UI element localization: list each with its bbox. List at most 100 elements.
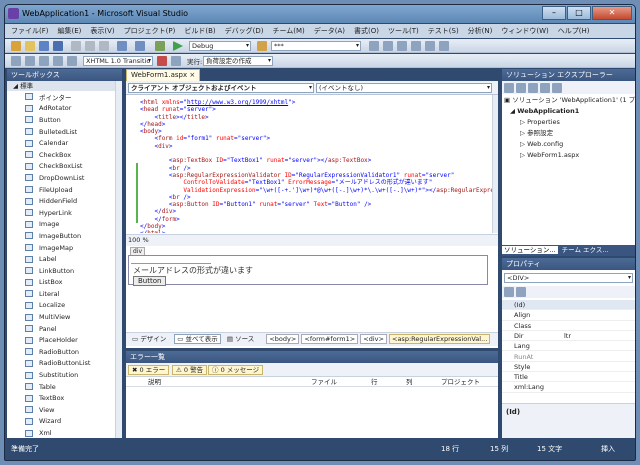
tab-webform1[interactable]: WebForm1.aspx × [126, 69, 201, 81]
tab-team-explorer[interactable]: チーム エクス... [560, 246, 611, 254]
toolbox-item[interactable]: TextBox [7, 392, 122, 404]
cut-icon[interactable] [71, 41, 81, 51]
crumb-div[interactable]: <div> [360, 334, 387, 344]
new-project-icon[interactable] [11, 41, 21, 51]
toolbox-item[interactable]: Localize [7, 300, 122, 312]
menu-window[interactable]: ウィンドウ(W) [501, 26, 548, 36]
properties-icon[interactable] [504, 83, 514, 93]
toolbox-item[interactable]: Panel [7, 323, 122, 335]
tree-item-webform1[interactable]: ▷ WebForm1.aspx [502, 150, 635, 161]
menu-data[interactable]: データ(A) [314, 26, 345, 36]
toolbox-item[interactable]: ImageButton [7, 230, 122, 242]
col-column[interactable]: 列 [406, 377, 413, 387]
find-icon[interactable] [257, 41, 267, 51]
toolbox-item[interactable]: MultiView [7, 311, 122, 323]
toolbox-item[interactable]: Table [7, 381, 122, 393]
tab-solution-explorer[interactable]: ソリューション... [502, 246, 558, 254]
start-page-icon[interactable] [439, 41, 449, 51]
design-div[interactable]: メールアドレスの形式が違います Button [128, 255, 488, 286]
menu-project[interactable]: プロジェクト(P) [124, 26, 176, 36]
toolbox-item[interactable]: ポインター [7, 91, 122, 103]
tree-item-solution[interactable]: ▣ ソリューション 'WebApplication1' (1 プ [502, 95, 635, 106]
find-combo[interactable]: *** [271, 41, 361, 51]
toolbox-item[interactable]: RadioButtonList [7, 358, 122, 370]
save-all-icon[interactable] [53, 41, 63, 51]
start-debug-icon[interactable] [173, 41, 183, 51]
client-objects-select[interactable]: クライアント オブジェクトおよびイベント [128, 83, 314, 93]
toolbox-item[interactable]: BulletedList [7, 126, 122, 138]
toolbox-item[interactable]: Label [7, 253, 122, 265]
toolbox-item[interactable]: Image [7, 219, 122, 231]
refresh-icon[interactable] [528, 83, 538, 93]
toolbox-item[interactable]: PlaceHolder [7, 334, 122, 346]
col-line[interactable]: 行 [371, 377, 378, 387]
menu-format[interactable]: 書式(O) [354, 26, 379, 36]
messages-filter[interactable]: ⓘ 0 メッセージ [208, 365, 264, 375]
format-icon[interactable] [11, 56, 21, 66]
toolbox-icon[interactable] [425, 41, 435, 51]
tree-item-project[interactable]: ◢ WebApplication1 [502, 106, 635, 117]
property-row[interactable]: Lang [502, 341, 635, 352]
menu-tools[interactable]: ツール(T) [388, 26, 419, 36]
toolbox-item[interactable]: AdRotator [7, 103, 122, 115]
tab-design[interactable]: ▭ デザイン [132, 335, 166, 343]
warnings-filter[interactable]: ⚠ 0 警告 [172, 365, 208, 375]
toolbox-item[interactable]: Calendar [7, 137, 122, 149]
col-project[interactable]: プロジェクト [441, 377, 480, 387]
col-description[interactable]: 説明 [148, 377, 161, 387]
toolbox-item[interactable]: Substitution [7, 369, 122, 381]
save-icon[interactable] [39, 41, 49, 51]
crumb-form[interactable]: <form#form1> [301, 334, 359, 344]
property-row[interactable]: (Id) [502, 300, 635, 311]
object-browser-icon[interactable] [411, 41, 421, 51]
toolbox-item[interactable]: Wizard [7, 416, 122, 428]
property-row[interactable]: xml:Lang [502, 382, 635, 393]
tab-source[interactable]: ▤ ソース [227, 335, 254, 343]
design-validator-text[interactable]: メールアドレスの形式が違います [133, 265, 253, 276]
doctype-select[interactable]: XHTML 1.0 Transitio [83, 56, 153, 66]
toolbox-item[interactable]: Literal [7, 288, 122, 300]
design-button[interactable]: Button [133, 276, 167, 286]
menu-team[interactable]: チーム(M) [272, 26, 304, 36]
solution-explorer-icon[interactable] [383, 41, 393, 51]
col-file[interactable]: ファイル [311, 377, 337, 387]
toolbox-item[interactable]: RadioButton [7, 346, 122, 358]
redo-icon[interactable] [135, 41, 145, 51]
view-designer-icon[interactable] [552, 83, 562, 93]
solution-config-select[interactable]: Debug [189, 41, 251, 51]
copy-icon[interactable] [85, 41, 95, 51]
crumb-validator[interactable]: <asp:RegularExpressionVal... [389, 334, 491, 344]
tree-item-webconfig[interactable]: ▷ Web.config [502, 139, 635, 150]
run-target-select[interactable]: 負荷設定の作成 [203, 56, 273, 66]
minimize-button[interactable]: – [542, 6, 566, 20]
crumb-body[interactable]: <body> [266, 334, 300, 344]
property-row[interactable]: Align [502, 310, 635, 321]
property-row[interactable]: Style [502, 362, 635, 373]
categorized-icon[interactable] [504, 287, 514, 297]
toolbox-item[interactable]: HiddenField [7, 195, 122, 207]
property-value[interactable]: ltr [564, 331, 571, 341]
property-row[interactable]: Title [502, 372, 635, 383]
tree-item-properties[interactable]: ▷ Properties [502, 117, 635, 128]
errors-filter[interactable]: ✖ 0 エラー [128, 365, 170, 375]
menu-build[interactable]: ビルド(B) [184, 26, 215, 36]
zoom-level[interactable]: 100 % [128, 236, 149, 244]
show-all-files-icon[interactable] [516, 83, 526, 93]
menu-view[interactable]: 表示(V) [90, 26, 114, 36]
code-area[interactable]: <html xmlns="http://www.w3.org/1999/xhtm… [126, 95, 492, 233]
open-icon[interactable] [25, 41, 35, 51]
toolbox-item[interactable]: CheckBox [7, 149, 122, 161]
toolbox-item[interactable]: LinkButton [7, 265, 122, 277]
load-test-icon[interactable] [171, 56, 181, 66]
outdent-icon[interactable] [39, 56, 49, 66]
toolbox-category-standard[interactable]: ◢ 標準 [7, 81, 122, 91]
menu-file[interactable]: ファイル(F) [11, 26, 49, 36]
check-accessibility-icon[interactable] [157, 56, 167, 66]
toolbox-item[interactable]: HyperLink [7, 207, 122, 219]
design-textbox[interactable] [131, 257, 211, 264]
menu-test[interactable]: テスト(S) [428, 26, 459, 36]
menu-analyze[interactable]: 分析(N) [468, 26, 493, 36]
view-code-icon[interactable] [540, 83, 550, 93]
tab-split[interactable]: ▭ 並べて表示 [174, 334, 221, 344]
toolbox-item[interactable]: FileUpload [7, 184, 122, 196]
